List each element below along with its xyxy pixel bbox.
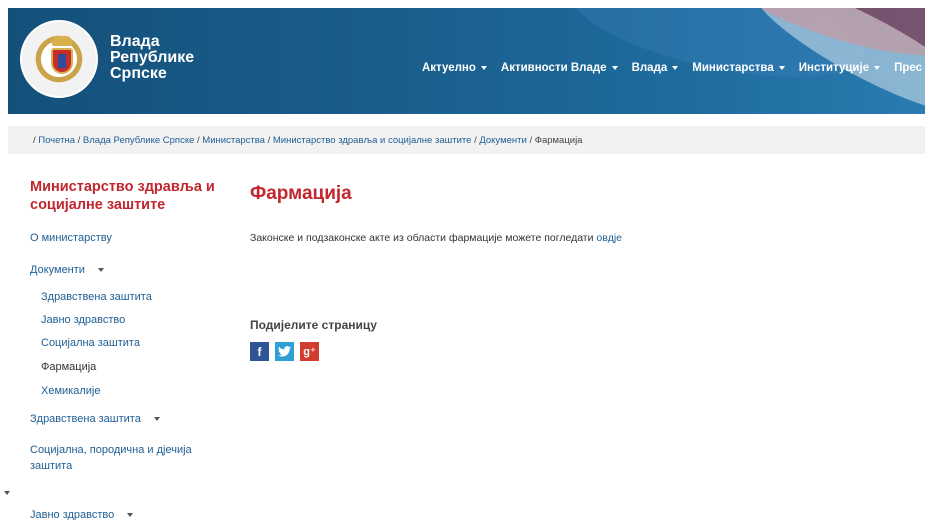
caret-down-icon[interactable] (4, 491, 10, 495)
breadcrumb-separator: / (197, 135, 200, 146)
google-plus-icon[interactable]: g⁺ (300, 342, 319, 361)
sidebar-item-health-care[interactable]: Здравствена заштита (30, 413, 160, 425)
caret-down-icon (778, 66, 785, 70)
breadcrumb-link-ministries[interactable]: Министарства (202, 135, 265, 146)
caret-down-icon (672, 66, 679, 70)
sidebar-item-social-family-cont[interactable]: заштита (30, 460, 72, 472)
sidebar-item-label: заштита (30, 460, 73, 472)
sidebar-item-label: О министарству (30, 232, 112, 244)
site-title-line-3: Српске (110, 65, 167, 82)
sidebar-item-label: Хемикалије (41, 385, 101, 397)
twitter-icon[interactable] (275, 342, 294, 361)
facebook-icon[interactable]: f (250, 342, 269, 361)
coat-of-arms-logo[interactable] (20, 20, 98, 98)
breadcrumb-link-home[interactable]: Почетна (38, 135, 75, 146)
intro-text-body: Законске и подзаконске акте из области ф… (250, 232, 597, 244)
sidebar-item-label: Документи (30, 264, 85, 276)
site-title-line-2: Републике (110, 49, 195, 66)
intro-text: Законске и подзаконске акте из области ф… (250, 232, 622, 244)
caret-down-icon[interactable] (98, 268, 105, 273)
nav-item-label: Актуелно (422, 62, 476, 74)
nav-item-label: Институције (798, 62, 870, 74)
sidebar-item-label: Јавно здравство (30, 509, 115, 520)
nav-item-ministarstva[interactable]: Министарства (692, 62, 785, 74)
breadcrumb-separator: / (77, 135, 81, 146)
sidebar-item-label: Фармација (41, 361, 97, 373)
sidebar-item-label: Јавно здравство (41, 314, 126, 326)
site-title[interactable]: Влада Републике Српске (110, 34, 194, 82)
sidebar-item-about[interactable]: О министарству (30, 232, 112, 244)
crown-icon (52, 36, 72, 46)
sidebar-item-label: Здравствена заштита (30, 413, 141, 425)
intro-link[interactable]: овдје (596, 232, 622, 244)
site-title-line-1: Влада (110, 33, 160, 50)
caret-down-icon (611, 66, 618, 70)
breadcrumb-separator: / (474, 135, 477, 146)
nav-item-aktivnosti-vlade[interactable]: Активности Владе (501, 62, 618, 74)
sidebar-subitem-chemicals[interactable]: Хемикалије (41, 385, 100, 397)
nav-item-label: Активности Владе (500, 62, 607, 74)
nav-item-vlada[interactable]: Влада (632, 62, 679, 74)
breadcrumb-separator: / (33, 135, 36, 146)
sidebar-item-label: Здравствена заштита (41, 291, 152, 303)
sidebar-title[interactable]: Министарство здравља и социјалне заштите (30, 178, 230, 214)
caret-down-icon[interactable] (153, 417, 160, 422)
sidebar-item-social-family[interactable]: Социјална, породична и дјечија (30, 444, 192, 456)
breadcrumb-separator: / (267, 135, 271, 146)
page-title: Фармација (250, 183, 352, 204)
breadcrumb-separator: / (529, 135, 533, 146)
caret-down-icon[interactable] (127, 513, 134, 518)
sidebar-subitem-health-care[interactable]: Здравствена заштита (41, 291, 152, 303)
caret-down-icon (874, 66, 881, 70)
nav-item-institucije[interactable]: Институције (798, 62, 881, 74)
nav-item-label: Прес (894, 62, 923, 74)
share-icons: f g⁺ (250, 342, 319, 361)
nav-item-label: Министарства (692, 62, 774, 74)
breadcrumb: / Почетна / Влада Републике Српске / Мин… (8, 126, 925, 154)
sidebar-subitem-social-protection[interactable]: Социјална заштита (41, 337, 140, 349)
sidebar-item-documents[interactable]: Документи (30, 264, 105, 276)
caret-down-icon (480, 66, 487, 70)
nav-item-pres[interactable]: Прес (894, 62, 925, 74)
site-header: Влада Републике Српске Актуелно Активнос… (8, 8, 925, 114)
breadcrumb-current: Фармација (534, 135, 583, 146)
sidebar-subitem-public-health[interactable]: Јавно здравство (41, 314, 125, 326)
breadcrumb-link-ministry[interactable]: Министарство здравља и социјалне заштите (273, 135, 472, 146)
sidebar-item-label: Социјална заштита (41, 337, 140, 349)
sidebar-subitem-pharmacy[interactable]: Фармација (41, 361, 96, 373)
main-nav: Актуелно Активности Владе Влада Министар… (422, 62, 925, 74)
breadcrumb-link-documents[interactable]: Документи (479, 135, 526, 146)
sidebar-item-public-health[interactable]: Јавно здравство (30, 509, 134, 520)
share-title: Подијелите страницу (250, 318, 377, 332)
shield-icon (51, 48, 73, 74)
nav-item-label: Влада (631, 62, 668, 74)
sidebar-item-label: Социјална, породична и дјечија (30, 444, 192, 456)
nav-item-aktuelno[interactable]: Актуелно (422, 62, 487, 74)
breadcrumb-link-government[interactable]: Влада Републике Српске (83, 135, 194, 146)
